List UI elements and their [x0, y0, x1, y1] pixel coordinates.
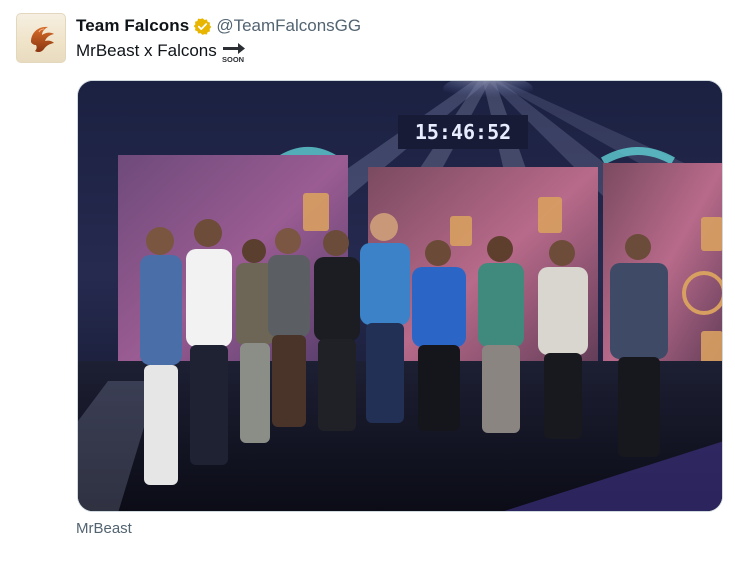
tweet-card[interactable]: Team Falcons @TeamFalconsGG MrBeast x Fa…	[0, 0, 735, 587]
verified-badge-icon	[193, 17, 212, 36]
tweet-body: MrBeast x Falcons SOON	[76, 41, 247, 64]
author-handle[interactable]: @TeamFalconsGG	[216, 16, 361, 36]
falcon-logo-icon	[31, 26, 54, 53]
stage-clock: 15:46:52	[415, 120, 511, 144]
author-avatar[interactable]	[16, 13, 66, 63]
tweet-photo[interactable]: 15:46:52	[77, 80, 723, 512]
tweet-header: Team Falcons @TeamFalconsGG	[76, 14, 361, 38]
author-display-name[interactable]: Team Falcons	[76, 16, 189, 36]
soon-label: SOON	[222, 55, 244, 64]
soon-arrow-icon: SOON	[222, 43, 245, 64]
tweet-text: MrBeast x Falcons	[76, 41, 217, 60]
photo-scene: 15:46:52	[78, 81, 722, 511]
media-caption: MrBeast	[76, 520, 132, 537]
